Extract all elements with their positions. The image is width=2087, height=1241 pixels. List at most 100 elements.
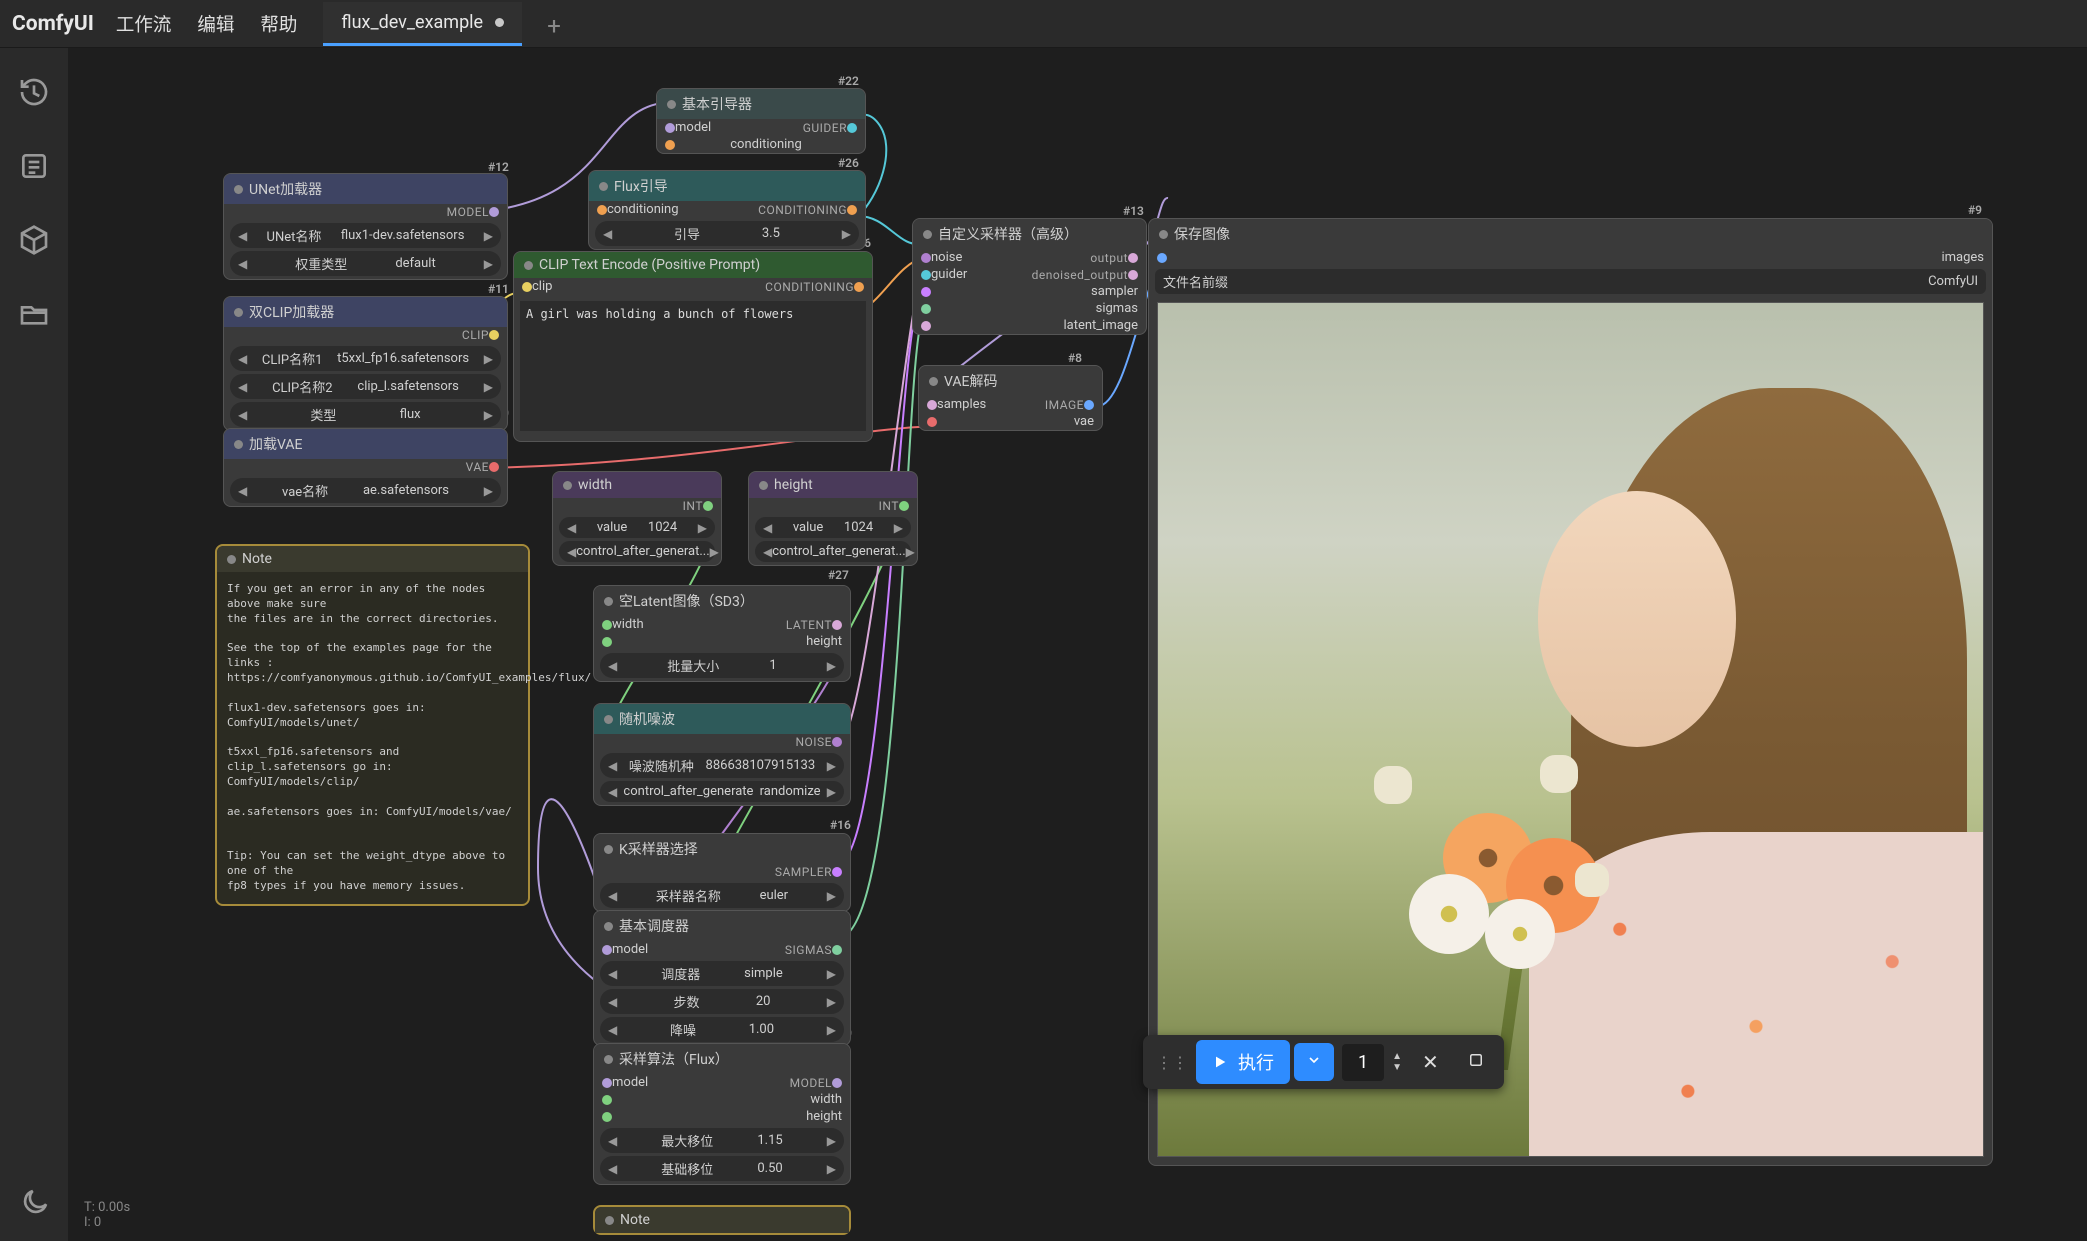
history-icon[interactable] <box>18 76 50 108</box>
prompt-textarea[interactable] <box>520 301 866 431</box>
node-ksampler-select[interactable]: K采样器选择 SAMPLER ◀采样器名称euler▶ <box>593 833 851 912</box>
cag-widget[interactable]: ◀control_after_generaterandomize▶ <box>600 781 844 802</box>
vae-name-widget[interactable]: ◀vae名称ae.safetensors▶ <box>230 478 501 503</box>
unet-name-widget[interactable]: ◀UNet名称flux1-dev.safetensors▶ <box>230 223 501 248</box>
tab-label: flux_dev_example <box>341 12 483 33</box>
node-title: 基本引导器 <box>682 94 752 114</box>
node-unet-loader[interactable]: UNet加载器 MODEL ◀UNet名称flux1-dev.safetenso… <box>223 173 508 280</box>
node-id-badge: #26 <box>838 156 859 170</box>
folder-icon[interactable] <box>18 298 50 330</box>
node-title: 加载VAE <box>249 434 303 454</box>
node-vae-loader[interactable]: 加载VAE VAE ◀vae名称ae.safetensors▶ <box>223 428 508 507</box>
node-title: width <box>578 477 612 493</box>
node-width[interactable]: width INT ◀value1024▶ ◀control_after_gen… <box>552 471 722 566</box>
menu-workflow[interactable]: 工作流 <box>116 11 172 37</box>
list-icon[interactable] <box>18 150 50 182</box>
tab-add-button[interactable]: + <box>542 12 566 36</box>
seed-widget[interactable]: ◀噪波随机种886638107915133▶ <box>600 753 844 778</box>
node-dual-clip-loader[interactable]: 双CLIP加载器 CLIP ◀CLIP名称1t5xxl_fp16.safeten… <box>223 296 508 431</box>
steps-widget[interactable]: ◀步数20▶ <box>600 989 844 1014</box>
width-value[interactable]: ◀value1024▶ <box>559 517 715 538</box>
node-vae-decode[interactable]: VAE解码 samplesIMAGE vae <box>918 365 1103 431</box>
width-cag[interactable]: ◀control_after_generat...▶ <box>559 541 715 562</box>
note-text: If you get an error in any of the nodes … <box>217 572 528 904</box>
height-cag[interactable]: ◀control_after_generat...▶ <box>755 541 911 562</box>
base-shift-widget[interactable]: ◀基础移位0.50▶ <box>600 1156 844 1181</box>
node-title: Note <box>242 551 272 567</box>
clip1-widget[interactable]: ◀CLIP名称1t5xxl_fp16.safetensors▶ <box>230 346 501 371</box>
clip-type-widget[interactable]: ◀类型flux▶ <box>230 402 501 427</box>
queue-down-button[interactable]: ▼ <box>1386 1062 1408 1073</box>
drag-handle-icon[interactable]: ⋮⋮ <box>1148 1053 1196 1072</box>
stat-iter: I: 0 <box>84 1215 130 1231</box>
moon-icon[interactable] <box>18 1187 50 1219</box>
node-id-badge: #8 <box>1068 351 1082 365</box>
node-empty-latent[interactable]: 空Latent图像（SD3） widthLATENT height ◀批量大小1… <box>593 585 851 682</box>
node-text-encode[interactable]: CLIP Text Encode (Positive Prompt) clipC… <box>513 251 873 442</box>
sched-widget[interactable]: ◀调度器simple▶ <box>600 961 844 986</box>
node-note-2[interactable]: Note <box>593 1205 851 1235</box>
node-id-badge: #27 <box>828 568 849 582</box>
node-height[interactable]: height INT ◀value1024▶ ◀control_after_ge… <box>748 471 918 566</box>
clip2-widget[interactable]: ◀CLIP名称2clip_l.safetensors▶ <box>230 374 501 399</box>
node-advanced-sampler[interactable]: 自定义采样器（高级） noiseoutput guiderdenoised_ou… <box>912 218 1147 335</box>
sampler-widget[interactable]: ◀采样器名称euler▶ <box>600 883 844 908</box>
menu-help[interactable]: 帮助 <box>260 11 297 37</box>
node-id-badge: #16 <box>830 818 851 832</box>
queue-up-button[interactable]: ▲ <box>1386 1051 1408 1062</box>
node-id-badge: #22 <box>838 74 859 88</box>
cancel-button[interactable]: ✕ <box>1408 1042 1453 1082</box>
stat-time: T: 0.00s <box>84 1200 130 1216</box>
stats: T: 0.00s I: 0 <box>84 1200 130 1231</box>
execute-mode-button[interactable] <box>1294 1043 1334 1081</box>
node-title: VAE解码 <box>944 371 998 391</box>
queue-count[interactable]: 1 <box>1342 1044 1384 1081</box>
node-title: height <box>774 477 813 493</box>
stop-button[interactable] <box>1453 1042 1499 1082</box>
execute-button[interactable]: 执行 <box>1196 1040 1290 1084</box>
node-id-badge: #12 <box>488 160 509 174</box>
node-title: 空Latent图像（SD3） <box>619 591 754 611</box>
cube-icon[interactable] <box>18 224 50 256</box>
canvas[interactable]: #12 #11 #10 #22 #26 #6 #13 #8 #9 #27 #16… <box>68 48 2087 1241</box>
execute-label: 执行 <box>1238 1049 1274 1075</box>
node-title: 自定义采样器（高级） <box>938 224 1078 244</box>
execute-bar: ⋮⋮ 执行 1 ▲ ▼ ✕ <box>1143 1035 1504 1089</box>
node-title: CLIP Text Encode (Positive Prompt) <box>539 257 760 273</box>
weight-dtype-widget[interactable]: ◀权重类型default▶ <box>230 251 501 276</box>
tab-active[interactable]: flux_dev_example <box>323 2 522 46</box>
node-title: K采样器选择 <box>619 839 698 859</box>
node-random-noise[interactable]: 随机噪波 NOISE ◀噪波随机种886638107915133▶ ◀contr… <box>593 703 851 806</box>
sidebar <box>0 48 68 1241</box>
node-title: 采样算法（Flux） <box>619 1049 729 1069</box>
node-flux-alg[interactable]: 采样算法（Flux） modelMODEL width height ◀最大移位… <box>593 1043 851 1185</box>
node-title: 随机噪波 <box>619 709 675 729</box>
node-id-badge: #13 <box>1123 204 1144 218</box>
node-title: 双CLIP加载器 <box>249 302 334 322</box>
node-flux-guider[interactable]: Flux引导 conditioningCONDITIONING ◀引导3.5▶ <box>588 170 866 250</box>
output-image <box>1157 302 1984 1157</box>
height-value[interactable]: ◀value1024▶ <box>755 517 911 538</box>
batch-widget[interactable]: ◀批量大小1▶ <box>600 653 844 678</box>
menu-edit[interactable]: 编辑 <box>197 11 234 37</box>
node-basic-guider[interactable]: 基本引导器 modelGUIDER conditioning <box>656 88 866 154</box>
node-title: UNet加载器 <box>249 179 322 199</box>
node-id-badge: #9 <box>1968 203 1982 217</box>
tab-modified-dot <box>495 18 504 27</box>
node-scheduler[interactable]: 基本调度器 modelSIGMAS ◀调度器simple▶ ◀步数20▶ ◀降噪… <box>593 910 851 1046</box>
node-save-image[interactable]: 保存图像 images 文件名前缀ComfyUI <box>1148 218 1993 1166</box>
max-shift-widget[interactable]: ◀最大移位1.15▶ <box>600 1128 844 1153</box>
stop-icon <box>1467 1051 1485 1069</box>
play-icon <box>1212 1054 1228 1070</box>
node-title: Flux引导 <box>614 176 668 196</box>
node-note[interactable]: Note If you get an error in any of the n… <box>215 544 530 906</box>
filename-widget[interactable]: 文件名前缀ComfyUI <box>1155 269 1986 294</box>
chevron-down-icon <box>1306 1052 1322 1068</box>
app-logo: ComfyUI <box>12 12 94 36</box>
node-title: 保存图像 <box>1174 224 1230 244</box>
node-title: 基本调度器 <box>619 916 689 936</box>
node-title: Note <box>620 1212 650 1228</box>
topbar: ComfyUI 工作流 编辑 帮助 flux_dev_example + <box>0 0 2087 48</box>
guidance-widget[interactable]: ◀引导3.5▶ <box>595 221 859 246</box>
denoise-widget[interactable]: ◀降噪1.00▶ <box>600 1017 844 1042</box>
